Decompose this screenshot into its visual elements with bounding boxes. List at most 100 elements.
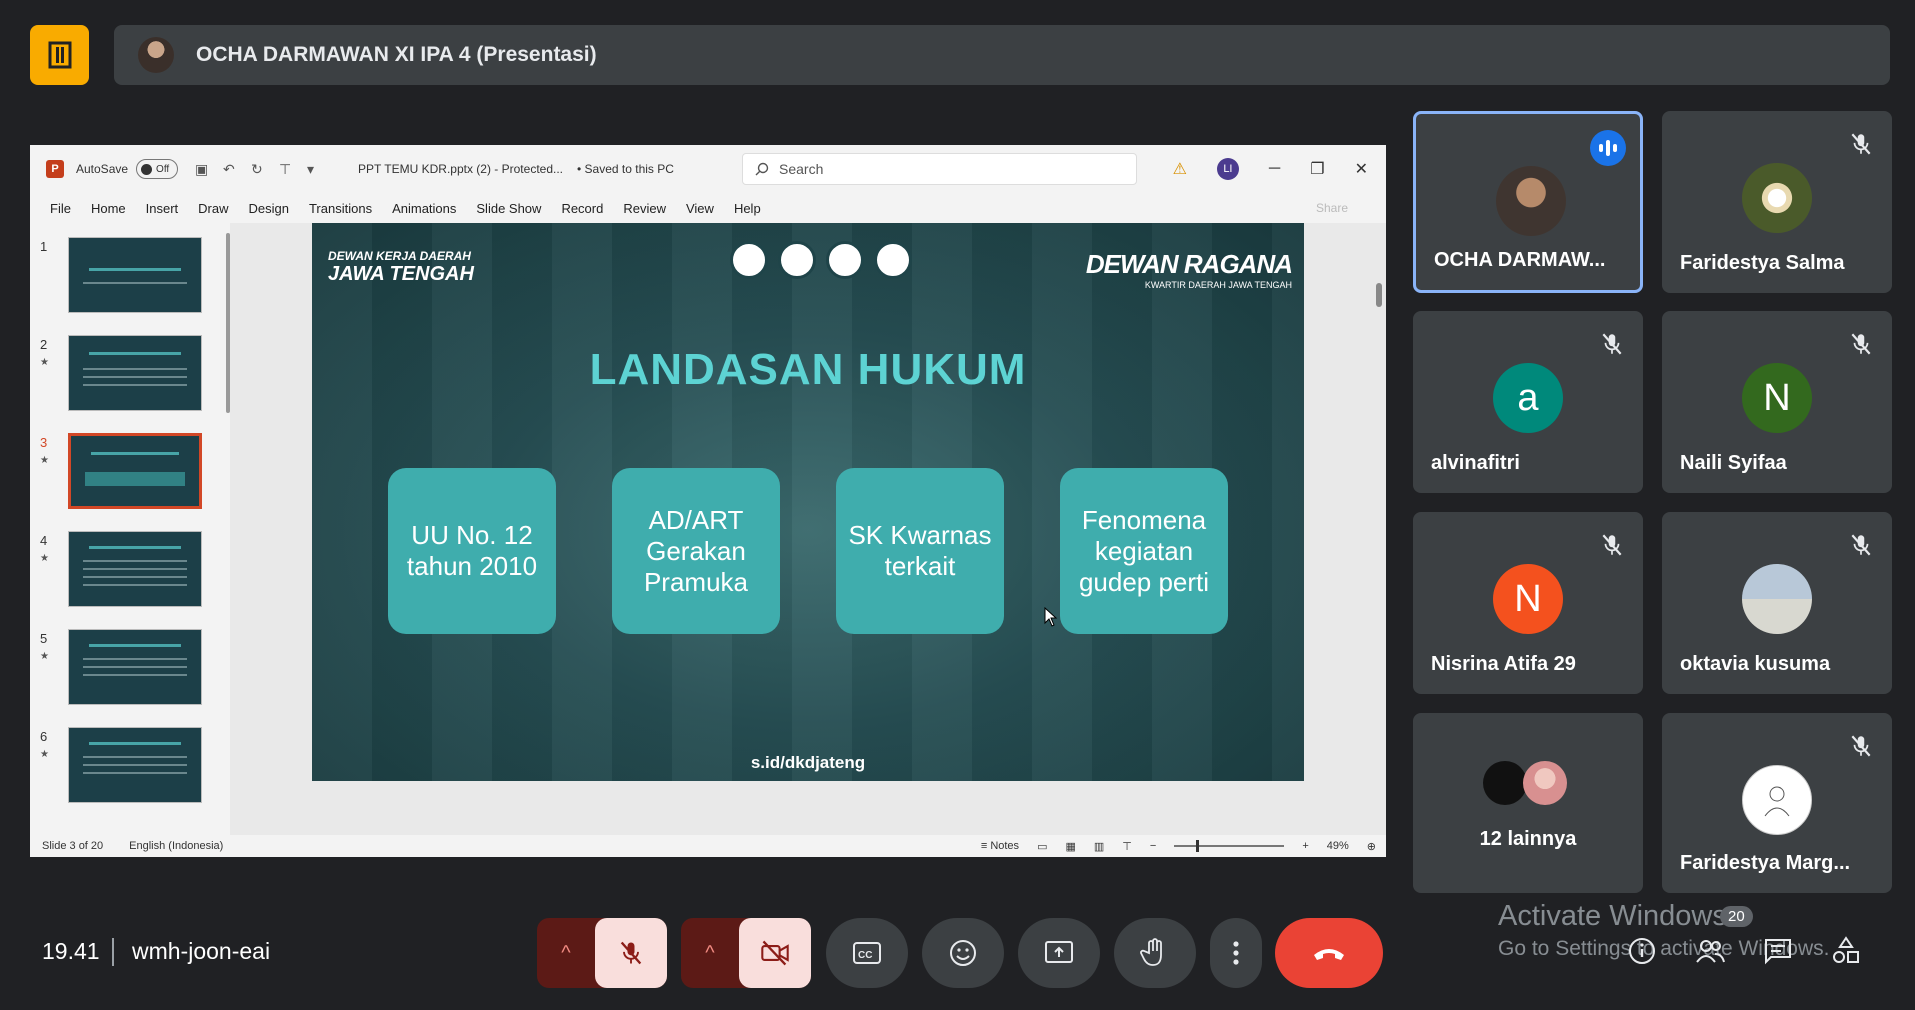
people-icon[interactable] <box>1694 935 1726 967</box>
participant-name: Faridestya Salma <box>1680 252 1845 274</box>
slideshow-view-icon[interactable]: ⊤ <box>1122 840 1132 853</box>
mic-off-icon <box>1602 534 1622 556</box>
thumbnail-2[interactable]: 2 ★ <box>40 335 220 411</box>
thumb-number: 2 <box>40 337 48 352</box>
mic-toggle-button[interactable] <box>595 918 667 988</box>
participant-tile-faridestya-marg[interactable]: Faridestya Marg... <box>1662 713 1892 893</box>
zoom-in-icon[interactable]: + <box>1302 840 1308 852</box>
zoom-slider[interactable] <box>1174 840 1285 852</box>
participant-tile-naili[interactable]: N Naili Syifaa <box>1662 311 1892 493</box>
thumb-animation-icon: ★ <box>40 357 49 368</box>
participant-tile-faridestya-salma[interactable]: Faridestya Salma <box>1662 111 1892 293</box>
thumb-image <box>68 531 202 607</box>
zoom-level[interactable]: 49% <box>1327 840 1349 852</box>
autosave-toggle[interactable]: Off <box>136 159 179 179</box>
participant-name: oktavia kusuma <box>1680 653 1831 675</box>
slide-counter: Slide 3 of 20 <box>42 840 104 852</box>
language-status[interactable]: English (Indonesia) <box>129 840 223 852</box>
toggle-label: Off <box>156 163 170 175</box>
search-icon <box>755 162 769 176</box>
participant-name: OCHA DARMAW... <box>1434 249 1606 271</box>
thumb-animation-icon: ★ <box>40 455 49 466</box>
warning-icon[interactable]: ⚠ <box>1173 159 1187 179</box>
mic-control-group: ^ <box>537 918 667 988</box>
slide-thumbnails: 1 2 ★ 3 ★ 4 ★ 5 ★ 6 ★ <box>30 223 230 835</box>
participant-tile-alvinafitri[interactable]: a alvinafitri <box>1413 311 1643 493</box>
tab-slide-show[interactable]: Slide Show <box>476 201 541 216</box>
file-name: PPT TEMU KDR.pptx (2) - Protected... <box>358 162 563 176</box>
thumb-number: 4 <box>40 533 48 548</box>
minimize-icon[interactable]: ─ <box>1269 160 1280 178</box>
user-avatar[interactable]: LI <box>1216 158 1239 180</box>
camera-off-icon <box>761 940 789 966</box>
reading-view-icon[interactable]: ▥ <box>1094 840 1104 853</box>
participant-tile-nisrina[interactable]: N Nisrina Atifa 29 <box>1413 512 1643 694</box>
raise-hand-button[interactable] <box>1114 918 1196 988</box>
thumbnail-3[interactable]: 3 ★ <box>40 433 220 509</box>
normal-view-icon[interactable]: ▭ <box>1037 840 1047 853</box>
tab-transitions[interactable]: Transitions <box>309 201 372 216</box>
mic-off-icon <box>1851 735 1871 757</box>
participant-tile-oktavia[interactable]: oktavia kusuma <box>1662 512 1892 694</box>
fit-slide-icon[interactable]: ⊕ <box>1367 840 1376 853</box>
mic-off-icon <box>1851 133 1871 155</box>
tab-design[interactable]: Design <box>249 201 289 216</box>
tab-animations[interactable]: Animations <box>392 201 456 216</box>
ppt-workspace: 1 2 ★ 3 ★ 4 ★ 5 ★ 6 ★ DEWAN KERJA DAERAH… <box>30 223 1386 835</box>
brand-right-line1: DEWAN RAGANA <box>1085 249 1293 279</box>
speaking-icon <box>1590 130 1626 166</box>
tab-draw[interactable]: Draw <box>198 201 228 216</box>
thumbnail-scrollbar[interactable] <box>226 233 230 413</box>
meeting-info-icon[interactable] <box>1626 935 1658 967</box>
tab-view[interactable]: View <box>686 201 714 216</box>
thumbnail-6[interactable]: 6 ★ <box>40 727 220 803</box>
participant-tile-others[interactable]: 12 lainnya <box>1413 713 1643 893</box>
video-options-chevron-icon[interactable]: ^ <box>681 942 739 965</box>
zoom-out-icon[interactable]: − <box>1150 840 1156 852</box>
save-icon[interactable]: ▣ <box>195 162 209 176</box>
others-count-label: 12 lainnya <box>1479 828 1577 850</box>
scout-logo-3 <box>826 241 864 279</box>
tab-insert[interactable]: Insert <box>146 201 179 216</box>
share-button[interactable]: Share <box>1316 201 1348 215</box>
status-bar: Slide 3 of 20 English (Indonesia) ≡ Note… <box>30 835 1386 857</box>
sorter-view-icon[interactable]: ▦ <box>1065 840 1075 853</box>
tab-home[interactable]: Home <box>91 201 126 216</box>
redo-icon[interactable]: ↻ <box>251 162 265 176</box>
scout-logo-2 <box>778 241 816 279</box>
customize-qa-icon[interactable]: ▾ <box>307 162 321 176</box>
participant-tile-ocha[interactable]: OCHA DARMAW... <box>1413 111 1643 293</box>
notes-button[interactable]: ≡ Notes <box>981 840 1019 852</box>
brand-left-line2: JAWA TENGAH <box>328 263 474 285</box>
thumbnail-1[interactable]: 1 <box>40 237 220 313</box>
more-options-button[interactable] <box>1210 918 1262 988</box>
participant-name: Naili Syifaa <box>1680 452 1787 474</box>
activities-icon[interactable] <box>1830 935 1862 967</box>
brand-left-line1: DEWAN KERJA DAERAH <box>328 249 471 263</box>
camera-toggle-button[interactable] <box>739 918 811 988</box>
tab-record[interactable]: Record <box>561 201 603 216</box>
mouse-cursor-icon <box>1044 607 1058 627</box>
participant-name: Nisrina Atifa 29 <box>1431 653 1576 675</box>
leave-call-button[interactable] <box>1275 918 1383 988</box>
tab-help[interactable]: Help <box>734 201 761 216</box>
thumbnail-5[interactable]: 5 ★ <box>40 629 220 705</box>
audio-options-chevron-icon[interactable]: ^ <box>537 942 595 965</box>
chat-icon[interactable] <box>1762 935 1794 967</box>
notes-label: Notes <box>990 840 1020 852</box>
thumbnail-4[interactable]: 4 ★ <box>40 531 220 607</box>
present-icon[interactable]: ⊤ <box>279 162 293 176</box>
present-screen-button[interactable] <box>1018 918 1100 988</box>
thumb-animation-icon: ★ <box>40 553 49 564</box>
participant-name: alvinafitri <box>1431 452 1520 474</box>
reactions-button[interactable] <box>922 918 1004 988</box>
meeting-code[interactable]: wmh-joon-eai <box>132 938 270 965</box>
restore-icon[interactable]: ❐ <box>1310 159 1324 179</box>
undo-icon[interactable]: ↶ <box>223 162 237 176</box>
captions-button[interactable]: CC <box>826 918 908 988</box>
tab-file[interactable]: File <box>50 201 71 216</box>
tab-review[interactable]: Review <box>623 201 666 216</box>
slide-scrollbar[interactable] <box>1376 283 1382 307</box>
close-icon[interactable]: ✕ <box>1355 159 1368 179</box>
ppt-search-box[interactable]: Search <box>742 153 1137 185</box>
